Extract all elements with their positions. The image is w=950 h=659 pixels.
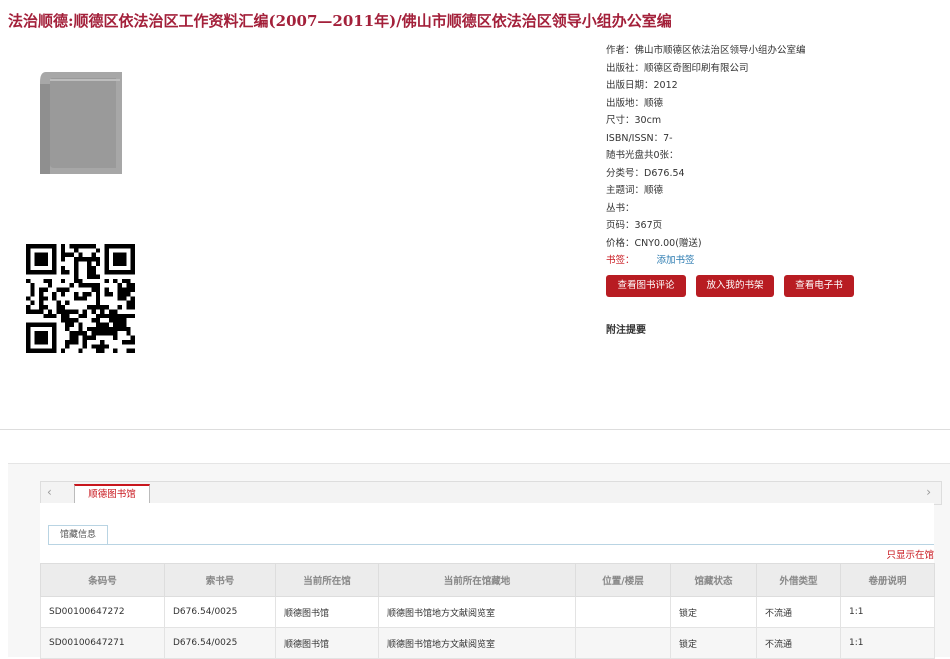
divider [0, 429, 950, 430]
table-cell: D676.54/0025 [164, 627, 276, 659]
table-cell: 顺德图书馆地方文献阅览室 [378, 596, 576, 628]
table-cell: D676.54/0025 [164, 596, 276, 628]
table-cell: 1:1 [840, 627, 935, 659]
holdings-table: 条码号 索书号 当前所在馆 当前所在馆藏地 位置/楼层 馆藏状态 外借类型 卷册说明 SD00… [40, 563, 935, 659]
column-header: 馆藏状态 [670, 563, 757, 597]
page-title: 法治顺德:顺德区依法治区工作资料汇编(2007—2011年)/佛山市顺德区依法治… [8, 12, 672, 30]
table-cell: SD00100647272 [40, 596, 165, 628]
book-metadata: 作者：佛山市顺德区依法治区领导小组办公室编 出版社：顺德区奇图印刷有限公司 出版日期… [606, 42, 946, 270]
meta-row: 作者：佛山市顺德区依法治区领导小组办公室编 [606, 42, 946, 60]
meta-row: 价格：CNY0.00(赠送) [606, 235, 946, 253]
meta-row: 页码：367页 [606, 217, 946, 235]
table-cell: 不流通 [756, 596, 841, 628]
table-cell [575, 596, 671, 628]
meta-value: 367页 [634, 220, 663, 231]
meta-label: 分类号： [606, 167, 645, 179]
book-icon [40, 72, 122, 174]
column-header: 条码号 [40, 563, 165, 597]
notes-heading: 附注提要 [606, 325, 646, 336]
meta-row: 尺寸：30cm [606, 112, 946, 130]
view-review-button[interactable]: 查看图书评论 [606, 275, 686, 297]
qr-code-icon [26, 244, 135, 353]
tab-holdings-info[interactable]: 馆藏信息 [48, 525, 108, 545]
chevron-right-icon[interactable]: › [926, 485, 931, 499]
holdings-content: 馆藏信息 只显示在馆 条码号 索书号 当前所在馆 当前所在馆藏地 位置/楼层 馆藏状态 外借… [40, 503, 935, 659]
meta-row: 出版日期：2012 [606, 77, 946, 95]
meta-row: 丛书： [606, 200, 946, 218]
table-row: SD00100647271 D676.54/0025 顺德图书馆 顺德图书馆地方文献阅… [40, 627, 935, 659]
meta-value: 7- [663, 132, 673, 144]
divider [48, 544, 934, 545]
table-cell [575, 627, 671, 659]
meta-label: 价格： [606, 237, 635, 249]
meta-label: 尺寸： [606, 115, 635, 126]
meta-row: ISBN/ISSN：7- [606, 130, 946, 148]
meta-label: 主题词： [606, 185, 645, 196]
column-header: 位置/楼层 [575, 563, 671, 597]
meta-label: 作者： [606, 45, 635, 56]
tab-library[interactable]: 顺德图书馆 [74, 484, 150, 504]
table-cell: 顺德图书馆地方文献阅览室 [378, 627, 576, 659]
meta-row: 出版地：顺德 [606, 95, 946, 113]
only-available-link[interactable]: 只显示在馆 [886, 547, 934, 561]
meta-label: 出版社： [606, 62, 645, 74]
meta-value: 2012 [653, 80, 678, 91]
meta-label: 页码： [606, 220, 635, 231]
add-to-shelf-button[interactable]: 放入我的书架 [696, 275, 774, 297]
meta-value: D676.54 [644, 167, 685, 179]
column-header: 外借类型 [756, 563, 841, 597]
meta-value: 佛山市顺德区依法治区领导小组办公室编 [634, 45, 806, 56]
meta-label: 出版日期： [606, 80, 654, 91]
meta-label: 出版地： [606, 97, 645, 109]
column-header: 索书号 [164, 563, 276, 597]
meta-row: 分类号：D676.54 [606, 165, 946, 183]
meta-value: 30cm [634, 115, 662, 126]
meta-row: 随书光盘共0张： [606, 147, 946, 165]
column-header: 当前所在馆 [275, 563, 379, 597]
meta-value: CNY0.00(赠送) [634, 237, 702, 249]
table-cell: SD00100647271 [40, 627, 165, 659]
library-tabbar: ‹ 顺德图书馆 › [40, 481, 942, 505]
table-cell: 1:1 [840, 596, 935, 628]
view-ebook-button[interactable]: 查看电子书 [784, 275, 854, 297]
meta-value: 顺德区奇图印刷有限公司 [644, 62, 749, 74]
meta-row: 出版社：顺德区奇图印刷有限公司 [606, 60, 946, 78]
meta-label: 随书光盘共0张： [606, 150, 679, 161]
meta-row: 主题词：顺德 [606, 182, 946, 200]
tag-row: 书签： 添加书签 [606, 252, 946, 270]
meta-value: 顺德 [644, 185, 664, 196]
add-tag-link[interactable]: 添加书签 [657, 255, 695, 266]
table-cell: 锁定 [670, 627, 757, 659]
table-cell: 顺德图书馆 [275, 627, 379, 659]
meta-label: ISBN/ISSN： [606, 132, 664, 144]
table-cell: 顺德图书馆 [275, 596, 379, 628]
column-header: 卷册说明 [840, 563, 935, 597]
tag-label: 书签： [606, 255, 635, 266]
meta-value: 顺德 [644, 97, 664, 109]
table-cell: 锁定 [670, 596, 757, 628]
meta-label: 丛书： [606, 202, 635, 214]
table-cell: 不流通 [756, 627, 841, 659]
chevron-left-icon[interactable]: ‹ [47, 485, 52, 499]
column-header: 当前所在馆藏地 [378, 563, 576, 597]
table-row: SD00100647272 D676.54/0025 顺德图书馆 顺德图书馆地方文献阅… [40, 596, 935, 628]
